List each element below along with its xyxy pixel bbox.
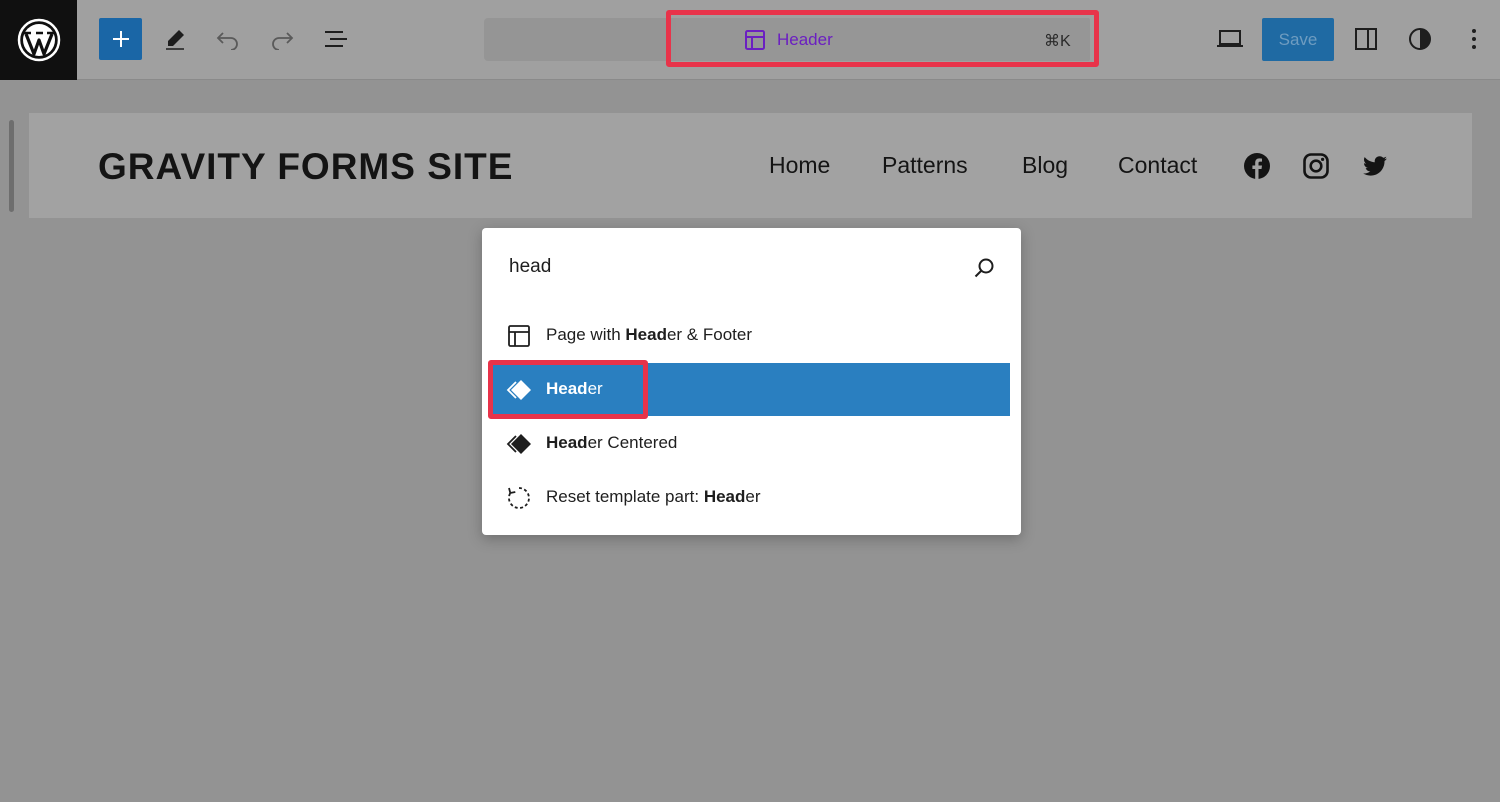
device-preview-button[interactable] — [1210, 18, 1250, 60]
options-button[interactable] — [1456, 18, 1492, 60]
pencil-icon — [166, 30, 184, 50]
command-item-reset-template-part[interactable]: Reset template part: Header — [489, 471, 1010, 524]
annotation-highlight-header-item — [488, 360, 648, 419]
wordpress-logo-button[interactable] — [0, 0, 77, 80]
instagram-icon[interactable] — [1302, 152, 1330, 180]
command-item-label-rest: er Centered — [587, 433, 678, 452]
undo-icon — [216, 32, 238, 50]
layout-icon — [508, 325, 530, 347]
redo-button[interactable] — [262, 18, 302, 60]
desktop-icon — [1217, 30, 1243, 47]
site-title[interactable]: GRAVITY FORMS SITE — [98, 146, 513, 188]
settings-sidebar-button[interactable] — [1346, 18, 1386, 60]
command-item-match: Head — [546, 433, 588, 452]
command-item-label-rest: er — [745, 487, 761, 506]
command-item-page-with-header-footer[interactable]: Page with Header & Footer — [489, 309, 1010, 362]
twitter-icon[interactable] — [1361, 152, 1389, 180]
add-block-button[interactable] — [99, 18, 142, 60]
nav-item-patterns[interactable]: Patterns — [882, 152, 968, 179]
undo-button[interactable] — [208, 18, 248, 60]
symbol-icon — [506, 434, 531, 454]
facebook-icon[interactable] — [1243, 152, 1271, 180]
command-item-match: Head — [703, 487, 746, 506]
save-button[interactable]: Save — [1262, 18, 1334, 61]
redo-icon — [272, 32, 294, 50]
command-item-label-rest: er & Footer — [666, 325, 753, 344]
plus-icon — [112, 31, 129, 47]
nav-item-home[interactable]: Home — [769, 152, 830, 179]
wordpress-icon — [17, 18, 60, 62]
contrast-icon — [1409, 28, 1431, 50]
command-item-header-centered[interactable]: Header Centered — [489, 417, 1010, 470]
more-vertical-icon — [1472, 29, 1476, 49]
edit-tools-button[interactable] — [155, 18, 195, 60]
command-item-match: Head — [625, 325, 667, 344]
document-overview-button[interactable] — [316, 18, 356, 60]
list-view-icon — [325, 31, 347, 47]
reset-icon — [508, 487, 530, 509]
command-item-label: Page with — [546, 325, 626, 344]
nav-item-blog[interactable]: Blog — [1022, 152, 1068, 179]
annotation-highlight-command-bar — [666, 10, 1099, 67]
search-icon — [974, 258, 994, 278]
styles-button[interactable] — [1400, 18, 1440, 60]
sidebar-icon — [1355, 28, 1377, 50]
nav-item-contact[interactable]: Contact — [1118, 152, 1197, 179]
command-item-label: Reset template part: — [546, 487, 704, 506]
canvas-resize-handle-left[interactable] — [9, 120, 14, 212]
command-search-input[interactable] — [509, 256, 949, 278]
